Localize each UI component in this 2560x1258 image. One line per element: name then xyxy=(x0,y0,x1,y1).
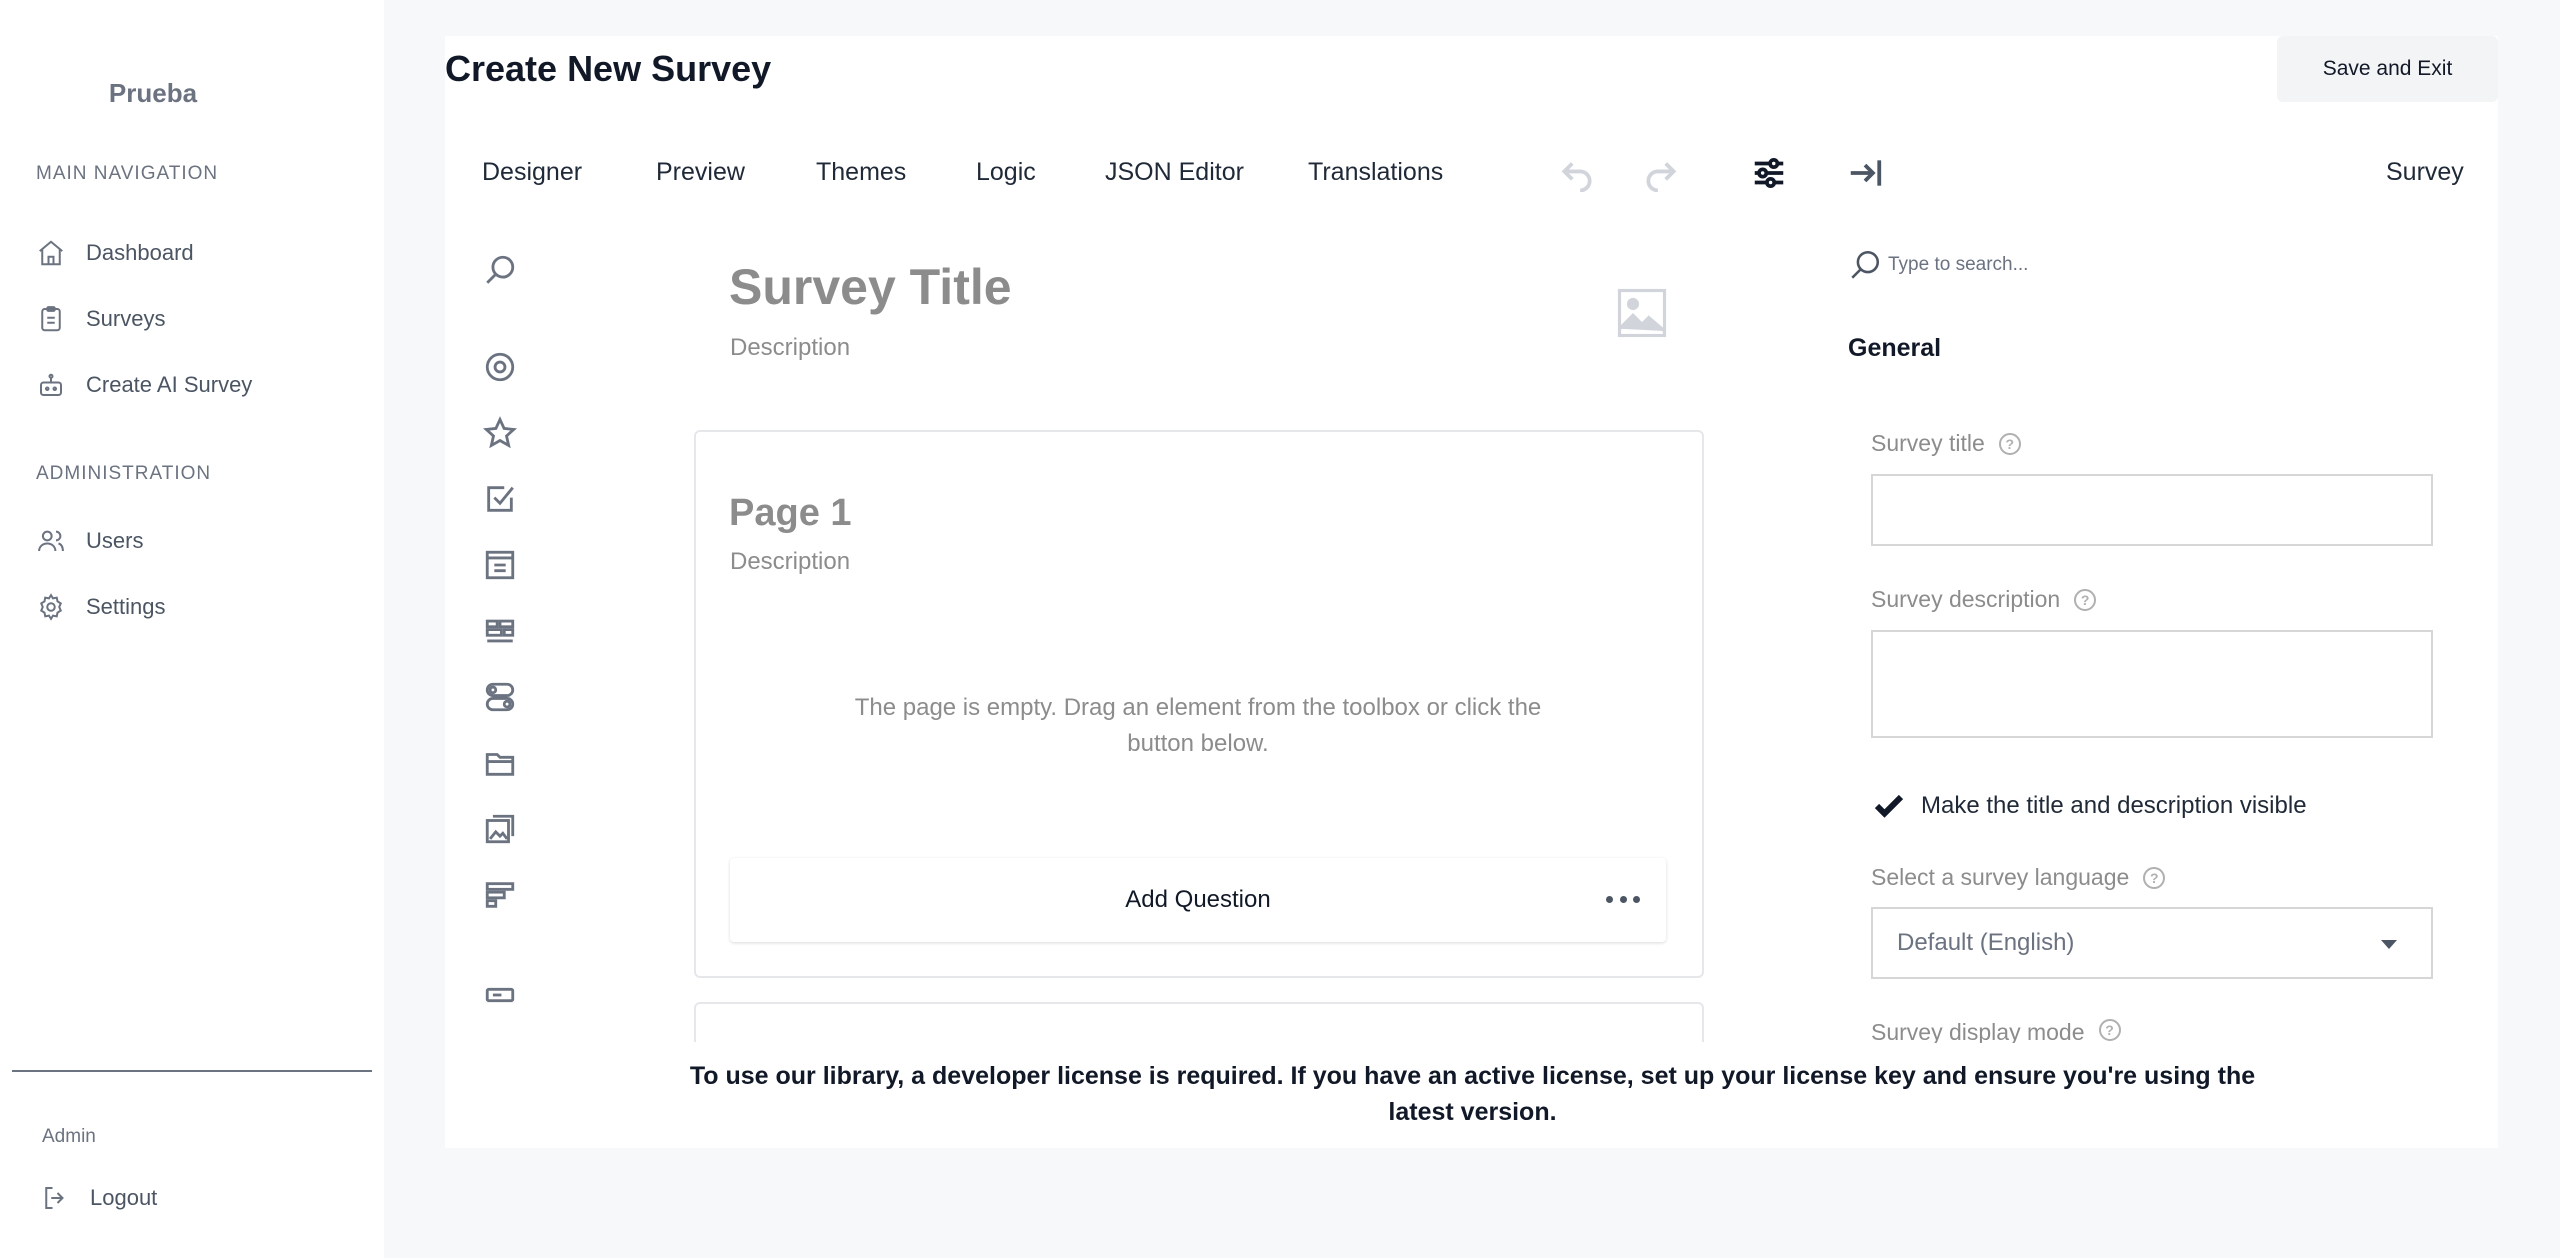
sidebar-divider xyxy=(12,1070,372,1072)
help-icon[interactable]: ? xyxy=(2143,866,2166,889)
checkbox-icon[interactable] xyxy=(480,479,520,519)
help-icon[interactable]: ? xyxy=(1998,432,2021,455)
sidebar-item-users[interactable]: Users xyxy=(36,521,143,561)
brand-name: Prueba xyxy=(108,78,198,108)
sidebar-item-create-ai-survey[interactable]: Create AI Survey xyxy=(36,365,252,405)
survey-properties-tab[interactable]: Survey xyxy=(2386,158,2464,187)
page-title-label[interactable]: Page 1 xyxy=(729,492,852,535)
survey-display-mode-field-label: Survey display mode ? xyxy=(1871,1019,2121,1043)
logout-icon xyxy=(45,1187,64,1209)
empty-page-message: The page is empty. Drag an element from … xyxy=(854,694,1542,757)
collapse-panel-icon[interactable] xyxy=(1842,150,1888,196)
survey-title-field-label: Survey title ? xyxy=(1871,430,2021,457)
dropdown-icon[interactable] xyxy=(480,545,520,585)
survey-language-label-text: Select a survey language xyxy=(1871,864,2130,890)
home-icon xyxy=(39,240,63,266)
survey-language-value: Default (English) xyxy=(1897,929,2075,956)
text-input-icon[interactable] xyxy=(480,975,520,1015)
tagbox-icon[interactable] xyxy=(480,611,520,651)
survey-description[interactable]: Description xyxy=(730,334,850,362)
sidebar-item-label: Dashboard xyxy=(86,240,194,265)
chevron-down-icon xyxy=(2381,940,2397,949)
main-navigation-label: MAIN NAVIGATION xyxy=(36,163,219,184)
property-category-general[interactable]: General xyxy=(1848,334,1941,363)
sidebar-item-settings[interactable]: Settings xyxy=(36,587,166,627)
checkmark-icon xyxy=(1874,794,1904,818)
survey-title-field[interactable] xyxy=(1871,474,2433,546)
property-search-input[interactable] xyxy=(1888,248,2288,282)
sidebar-item-label: Settings xyxy=(86,594,166,619)
gear-icon xyxy=(40,593,62,621)
license-message: To use our library, a developer license … xyxy=(689,1062,2256,1126)
logout-label: Logout xyxy=(90,1185,158,1210)
tab-translations[interactable]: Translations xyxy=(1308,158,1443,187)
page-title: Create New Survey xyxy=(445,48,772,89)
sidebar-item-label: Surveys xyxy=(86,306,166,331)
ranking-icon[interactable] xyxy=(480,875,520,915)
sidebar-item-label: Users xyxy=(86,528,144,553)
sidebar: Prueba MAIN NAVIGATION Dashboard Surveys… xyxy=(0,0,384,1258)
sidebar-item-surveys[interactable]: Surveys xyxy=(36,299,165,339)
redo-icon[interactable] xyxy=(1638,150,1684,196)
page-description[interactable]: Description xyxy=(730,548,850,576)
more-options-icon[interactable] xyxy=(1606,886,1640,912)
file-upload-icon[interactable] xyxy=(480,743,520,783)
user-role-label: Admin xyxy=(42,1126,96,1147)
survey-title[interactable]: Survey Title xyxy=(729,258,1012,316)
sidebar-item-dashboard[interactable]: Dashboard xyxy=(36,233,194,273)
tab-themes[interactable]: Themes xyxy=(816,158,906,187)
survey-description-field-label: Survey description ? xyxy=(1871,586,2097,613)
undo-icon[interactable] xyxy=(1554,150,1600,196)
tab-preview[interactable]: Preview xyxy=(656,158,745,187)
survey-title-label-text: Survey title xyxy=(1871,430,1985,456)
toolbox-search-icon[interactable] xyxy=(480,250,520,290)
users-icon xyxy=(38,530,64,552)
boolean-toggle-icon[interactable] xyxy=(480,677,520,717)
survey-display-mode-label-text: Survey display mode xyxy=(1871,1019,2085,1043)
help-icon[interactable]: ? xyxy=(2074,588,2097,611)
logo-image-icon[interactable] xyxy=(1615,286,1669,340)
title-visible-label: Make the title and description visible xyxy=(1921,792,2307,819)
survey-description-label-text: Survey description xyxy=(1871,586,2061,612)
tab-logic[interactable]: Logic xyxy=(976,158,1036,187)
clipboard-icon xyxy=(41,306,61,332)
settings-sliders-icon[interactable] xyxy=(1746,150,1792,196)
tab-json-editor[interactable]: JSON Editor xyxy=(1105,158,1244,187)
save-and-exit-button[interactable]: Save and Exit xyxy=(2277,36,2498,102)
logout-button[interactable]: Logout xyxy=(40,1178,157,1218)
new-page-card xyxy=(694,1002,1704,1042)
property-search-icon xyxy=(1848,248,1882,282)
survey-language-select[interactable]: Default (English) xyxy=(1871,907,2433,979)
survey-description-field[interactable] xyxy=(1871,630,2433,738)
image-picker-icon[interactable] xyxy=(480,809,520,849)
help-icon[interactable]: ? xyxy=(2098,1019,2121,1041)
add-question-button[interactable]: Add Question xyxy=(730,858,1666,942)
tab-designer[interactable]: Designer xyxy=(482,158,582,187)
sidebar-item-label: Create AI Survey xyxy=(86,372,253,397)
title-visible-checkbox[interactable]: Make the title and description visible xyxy=(1871,788,2307,824)
robot-icon xyxy=(40,373,62,396)
radio-group-icon[interactable] xyxy=(480,347,520,387)
administration-label: ADMINISTRATION xyxy=(36,463,212,484)
survey-language-field-label: Select a survey language ? xyxy=(1871,864,2166,891)
rating-star-icon[interactable] xyxy=(480,413,520,453)
